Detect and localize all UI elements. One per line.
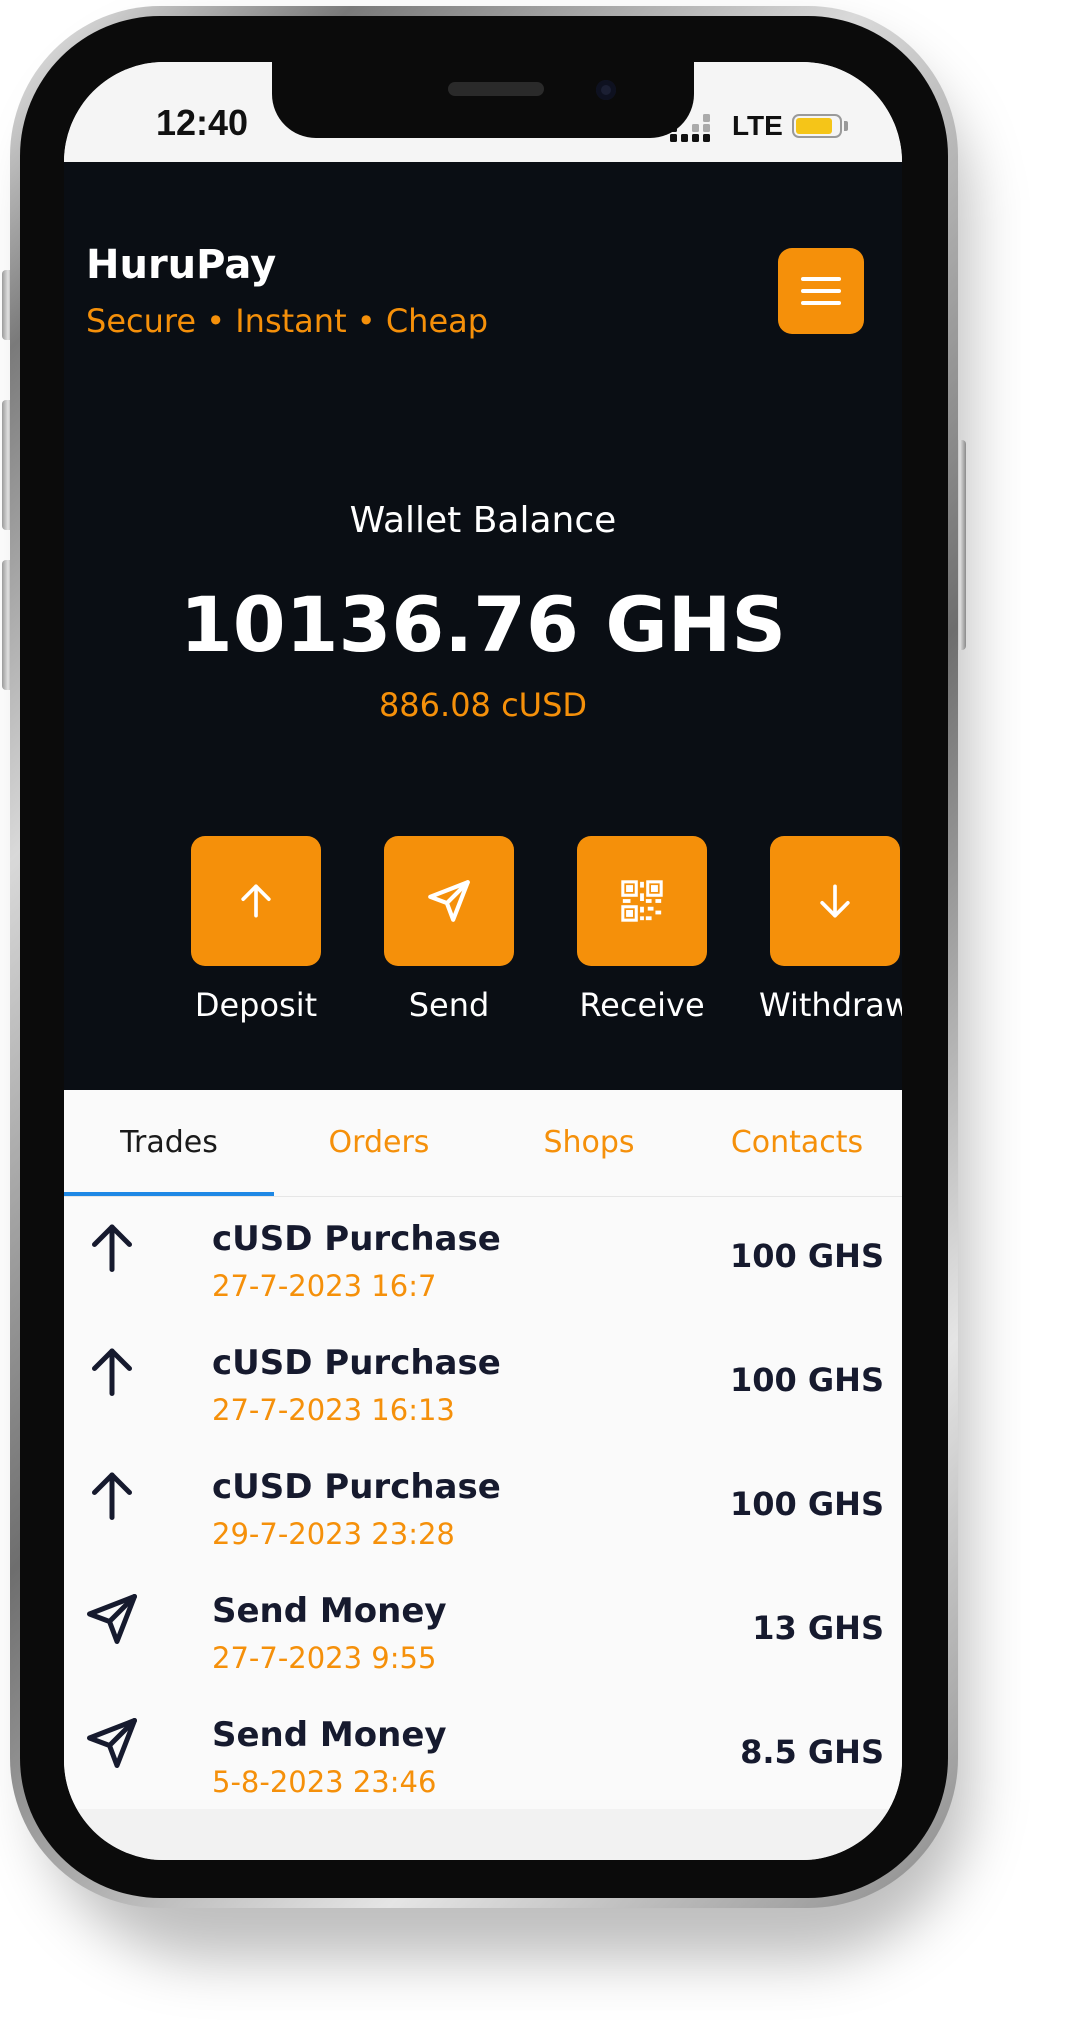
deposit-label: Deposit	[194, 986, 318, 1024]
hamburger-menu-icon	[801, 277, 841, 305]
receive-label: Receive	[579, 986, 705, 1024]
send-icon	[87, 1594, 137, 1644]
status-bar: 12:40 LTE	[64, 62, 902, 162]
battery-tip	[844, 121, 848, 131]
phone-frame: 12:40 LTE HuruPay Secure • Instant • Che…	[10, 6, 958, 1908]
transaction-amount: 100 GHS	[729, 1361, 884, 1399]
arrow-up-icon	[92, 1348, 132, 1396]
transaction-title: cUSD Purchase	[212, 1467, 501, 1507]
transaction-row[interactable]: Send Money 5-8-2023 23:46 8.5 GHS	[64, 1693, 902, 1817]
network-type: LTE	[732, 110, 783, 141]
deposit-button[interactable]	[191, 836, 321, 966]
phone-bezel: 12:40 LTE HuruPay Secure • Instant • Che…	[20, 16, 948, 1898]
withdraw-label: Withdraw	[759, 986, 902, 1024]
wallet-header: HuruPay Secure • Instant • Cheap Wallet …	[64, 162, 902, 1090]
earpiece-speaker	[448, 82, 544, 96]
deposit-action[interactable]: Deposit	[166, 836, 346, 1024]
arrow-up-icon	[92, 1472, 132, 1520]
tab-orders[interactable]: Orders	[274, 1090, 484, 1196]
transaction-row[interactable]: cUSD Purchase 27-7-2023 16:7 100 GHS	[64, 1197, 902, 1321]
transaction-row[interactable]: cUSD Purchase 29-7-2023 23:28 100 GHS	[64, 1445, 902, 1569]
active-tab-indicator	[64, 1192, 274, 1196]
transaction-date: 29-7-2023 23:28	[212, 1517, 455, 1551]
battery-level	[796, 118, 832, 134]
qr-code-icon	[621, 880, 663, 922]
arrow-up-icon	[92, 1224, 132, 1272]
transaction-date: 27-7-2023 16:13	[212, 1393, 455, 1427]
receive-action[interactable]: Receive	[552, 836, 732, 1024]
transaction-date: 27-7-2023 9:55	[212, 1641, 437, 1675]
transaction-amount: 13 GHS	[752, 1609, 884, 1647]
tab-shops[interactable]: Shops	[484, 1090, 694, 1196]
withdraw-action[interactable]: Withdraw	[745, 836, 902, 1024]
tab-bar: Trades Orders Shops Contacts	[64, 1090, 902, 1197]
battery-icon	[792, 114, 842, 138]
arrow-up-icon	[241, 884, 271, 918]
send-icon	[428, 880, 470, 922]
app-name: HuruPay	[86, 242, 277, 288]
transaction-title: cUSD Purchase	[212, 1219, 501, 1259]
send-button[interactable]	[384, 836, 514, 966]
transaction-amount: 100 GHS	[729, 1485, 884, 1523]
tab-trades[interactable]: Trades	[64, 1090, 274, 1196]
wallet-balance-amount: 10136.76 GHS	[179, 580, 787, 669]
transaction-row[interactable]: cUSD Purchase 27-7-2023 16:13 100 GHS	[64, 1321, 902, 1445]
home-area	[64, 1809, 902, 1860]
transaction-list: cUSD Purchase 27-7-2023 16:7 100 GHS cUS…	[64, 1197, 902, 1809]
status-time: 12:40	[156, 102, 249, 143]
menu-button[interactable]	[778, 248, 864, 334]
transaction-date: 5-8-2023 23:46	[212, 1765, 437, 1799]
app-tagline: Secure • Instant • Cheap	[86, 302, 489, 340]
withdraw-button[interactable]	[770, 836, 900, 966]
wallet-balance-label: Wallet Balance	[349, 500, 617, 541]
send-label: Send	[408, 986, 490, 1024]
transaction-amount: 8.5 GHS	[740, 1733, 884, 1771]
transaction-title: cUSD Purchase	[212, 1343, 501, 1383]
transaction-date: 27-7-2023 16:7	[212, 1269, 437, 1303]
tab-contacts[interactable]: Contacts	[692, 1090, 902, 1196]
send-action[interactable]: Send	[359, 836, 539, 1024]
receive-button[interactable]	[577, 836, 707, 966]
transaction-row[interactable]: Send Money 27-7-2023 9:55 13 GHS	[64, 1569, 902, 1693]
send-icon	[87, 1718, 137, 1768]
arrow-down-icon	[820, 884, 850, 918]
notch	[272, 62, 694, 138]
transaction-amount: 100 GHS	[729, 1237, 884, 1275]
wallet-balance-cusd: 886.08 cUSD	[378, 686, 588, 724]
transaction-title: Send Money	[212, 1715, 447, 1755]
front-camera	[596, 80, 616, 100]
transaction-title: Send Money	[212, 1591, 447, 1631]
phone-screen: 12:40 LTE HuruPay Secure • Instant • Che…	[64, 62, 902, 1860]
